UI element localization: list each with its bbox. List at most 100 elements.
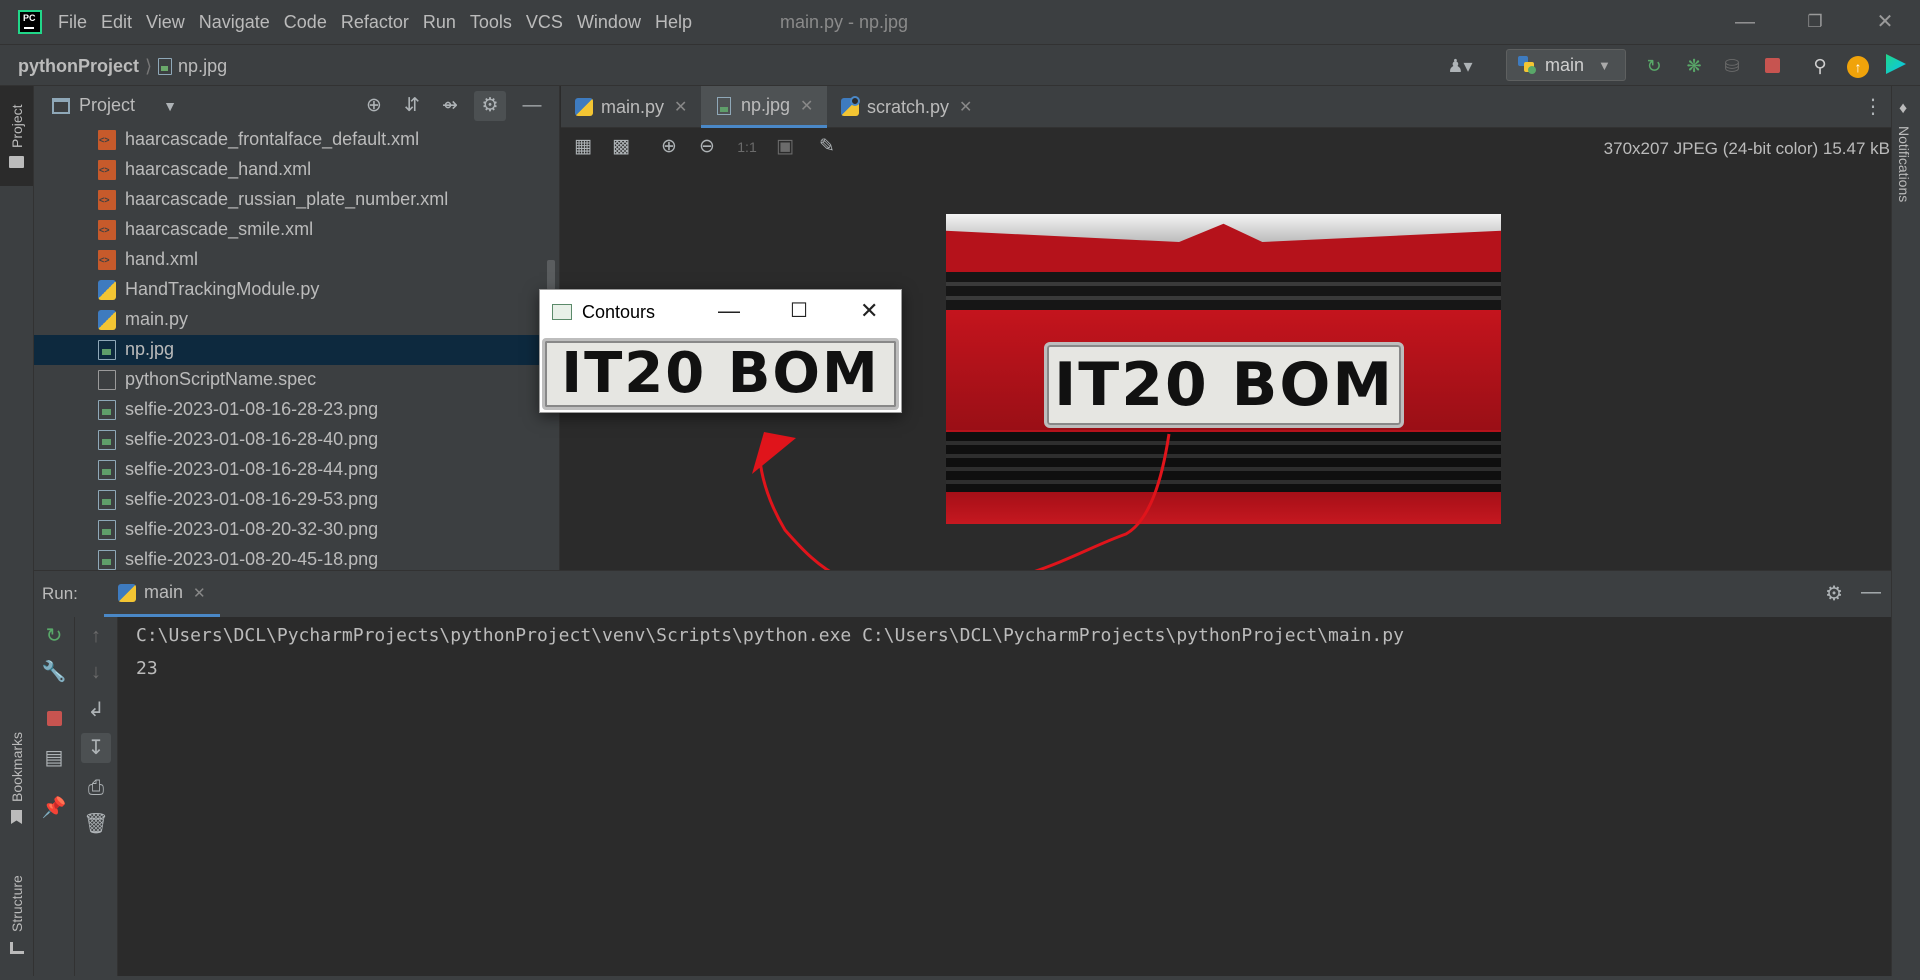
chevron-down-icon[interactable]: ▼ — [158, 94, 182, 118]
scroll-to-end-icon[interactable]: ↧ — [81, 733, 111, 763]
menu-edit[interactable]: Edit — [101, 12, 132, 33]
menu-vcs[interactable]: VCS — [526, 12, 563, 33]
collapse-all-icon[interactable]: ⇴ — [438, 94, 462, 118]
wrench-icon[interactable]: 🔧 — [41, 659, 67, 685]
gear-icon[interactable]: ⚙ — [1825, 581, 1843, 606]
tree-scrollbar[interactable] — [547, 260, 555, 290]
menu-window[interactable]: Window — [577, 12, 641, 33]
project-tool-button[interactable]: Project — [0, 86, 33, 186]
structure-tool-button[interactable]: Structure — [0, 852, 33, 962]
image-file-icon — [98, 550, 116, 570]
chessboard-background-icon[interactable]: ▦ — [571, 135, 595, 159]
locate-file-icon[interactable]: ⊕ — [362, 94, 386, 118]
scratch-file-icon — [841, 96, 860, 116]
menu-run[interactable]: Run — [423, 12, 456, 33]
restore-icon[interactable]: ❐ — [1800, 8, 1830, 36]
tree-item[interactable]: selfie-2023-01-08-16-28-40.png — [34, 425, 560, 455]
maximize-icon[interactable]: ☐ — [790, 298, 808, 323]
minimize-icon[interactable]: — — [718, 298, 740, 324]
pin-icon[interactable]: 📌 — [41, 795, 67, 821]
run-configuration-dropdown[interactable]: main ▼ — [1506, 49, 1626, 81]
tree-item-label: np.jpg — [125, 339, 175, 359]
tree-item[interactable]: np.jpg — [34, 335, 560, 365]
arrow-up-icon[interactable]: ↑ — [83, 623, 109, 649]
color-picker-icon[interactable]: ✎ — [815, 135, 839, 159]
python-run-config-icon — [1518, 56, 1536, 74]
tree-item[interactable]: pythonScriptName.spec — [34, 365, 560, 395]
tab-close-icon[interactable]: ✕ — [800, 96, 813, 116]
jetbrains-toolbox-icon[interactable] — [1884, 54, 1908, 78]
hide-panel-icon[interactable]: — — [520, 94, 544, 118]
menu-view[interactable]: View — [146, 12, 185, 33]
image-file-icon — [98, 490, 116, 510]
project-file-tree: haarcascade_frontalface_default.xmlhaarc… — [34, 126, 560, 570]
tab-np-jpg[interactable]: np.jpg ✕ — [701, 86, 827, 128]
bookmarks-tool-button[interactable]: Bookmarks — [0, 706, 33, 826]
tree-item[interactable]: haarcascade_russian_plate_number.xml — [34, 185, 560, 215]
soft-wrap-icon[interactable]: ↲ — [83, 697, 109, 723]
menu-file[interactable]: File — [58, 12, 87, 33]
fit-zoom-icon[interactable]: ▣ — [773, 135, 797, 159]
tree-item-label: haarcascade_smile.xml — [125, 219, 314, 239]
menu-tools[interactable]: Tools — [470, 12, 512, 33]
tree-item[interactable]: HandTrackingModule.py — [34, 275, 560, 305]
user-account-icon[interactable]: ♟▾ — [1440, 54, 1480, 78]
zoom-out-icon[interactable]: ⊖ — [695, 135, 719, 159]
tree-item[interactable]: selfie-2023-01-08-16-28-44.png — [34, 455, 560, 485]
status-bar — [0, 976, 1920, 980]
rerun-icon[interactable]: ↻ — [1642, 54, 1666, 78]
tree-item[interactable]: hand.xml — [34, 245, 560, 275]
breadcrumb-file[interactable]: np.jpg — [178, 56, 227, 77]
tree-item[interactable]: haarcascade_hand.xml — [34, 155, 560, 185]
tab-close-icon[interactable]: ✕ — [193, 584, 206, 602]
layout-icon[interactable]: ▤ — [41, 745, 67, 771]
tree-item[interactable]: selfie-2023-01-08-20-45-18.png — [34, 545, 560, 570]
console-output[interactable]: C:\Users\DCL\PycharmProjects\pythonProje… — [136, 617, 1876, 977]
stop-icon[interactable] — [41, 707, 67, 733]
tab-close-icon[interactable]: ✕ — [674, 97, 687, 117]
rerun-icon[interactable]: ↻ — [41, 623, 67, 649]
tab-main-py[interactable]: main.py ✕ — [561, 86, 701, 128]
arrow-down-icon[interactable]: ↓ — [83, 659, 109, 685]
chevron-down-icon: ▼ — [1598, 57, 1611, 73]
tab-label: main.py — [601, 96, 665, 117]
grid-icon[interactable]: ▩ — [609, 135, 633, 159]
breadcrumb-project[interactable]: pythonProject — [18, 56, 139, 77]
bell-icon[interactable]: ♦ — [1899, 100, 1907, 118]
actual-size-button[interactable]: 1:1 — [735, 135, 759, 159]
expand-all-icon[interactable]: ⇵ — [400, 94, 424, 118]
hide-panel-icon[interactable]: — — [1861, 581, 1881, 604]
gear-icon[interactable]: ⚙ — [474, 91, 506, 121]
notifications-tool-label[interactable]: Notifications — [1896, 126, 1912, 202]
menu-navigate[interactable]: Navigate — [199, 12, 270, 33]
xml-file-icon — [98, 190, 116, 210]
update-icon[interactable]: ↑ — [1846, 54, 1870, 78]
tree-item[interactable]: selfie-2023-01-08-16-28-23.png — [34, 395, 560, 425]
tree-item[interactable]: haarcascade_smile.xml — [34, 215, 560, 245]
run-tab-main[interactable]: main ✕ — [104, 571, 220, 617]
menu-bar: File Edit View Navigate Code Refactor Ru… — [58, 0, 706, 44]
trash-icon[interactable]: 🗑 — [83, 811, 109, 837]
debug-icon[interactable]: ❋ — [1682, 54, 1706, 78]
tab-scratch-py[interactable]: scratch.py ✕ — [827, 86, 975, 128]
tab-close-icon[interactable]: ✕ — [959, 97, 972, 117]
tree-item[interactable]: haarcascade_frontalface_default.xml — [34, 126, 560, 155]
more-tabs-icon[interactable]: ⋮ — [1863, 94, 1883, 119]
close-icon[interactable]: ✕ — [1870, 8, 1900, 36]
menu-refactor[interactable]: Refactor — [341, 12, 409, 33]
print-icon[interactable]: ⎙ — [83, 775, 109, 801]
search-icon[interactable]: ⚲ — [1808, 54, 1832, 78]
coverage-icon[interactable]: ⛁ — [1720, 54, 1744, 78]
tree-item-label: hand.xml — [125, 249, 199, 269]
tree-item[interactable]: main.py — [34, 305, 560, 335]
zoom-in-icon[interactable]: ⊕ — [657, 135, 681, 159]
menu-code[interactable]: Code — [284, 12, 327, 33]
console-line-command: C:\Users\DCL\PycharmProjects\pythonProje… — [136, 625, 1404, 646]
minimize-icon[interactable]: — — [1730, 8, 1760, 36]
close-icon[interactable]: ✕ — [860, 298, 878, 324]
tree-item[interactable]: selfie-2023-01-08-16-29-53.png — [34, 485, 560, 515]
tree-item[interactable]: selfie-2023-01-08-20-32-30.png — [34, 515, 560, 545]
menu-help[interactable]: Help — [655, 12, 692, 33]
project-panel-title[interactable]: Project — [79, 95, 135, 116]
stop-icon[interactable] — [1760, 54, 1784, 78]
